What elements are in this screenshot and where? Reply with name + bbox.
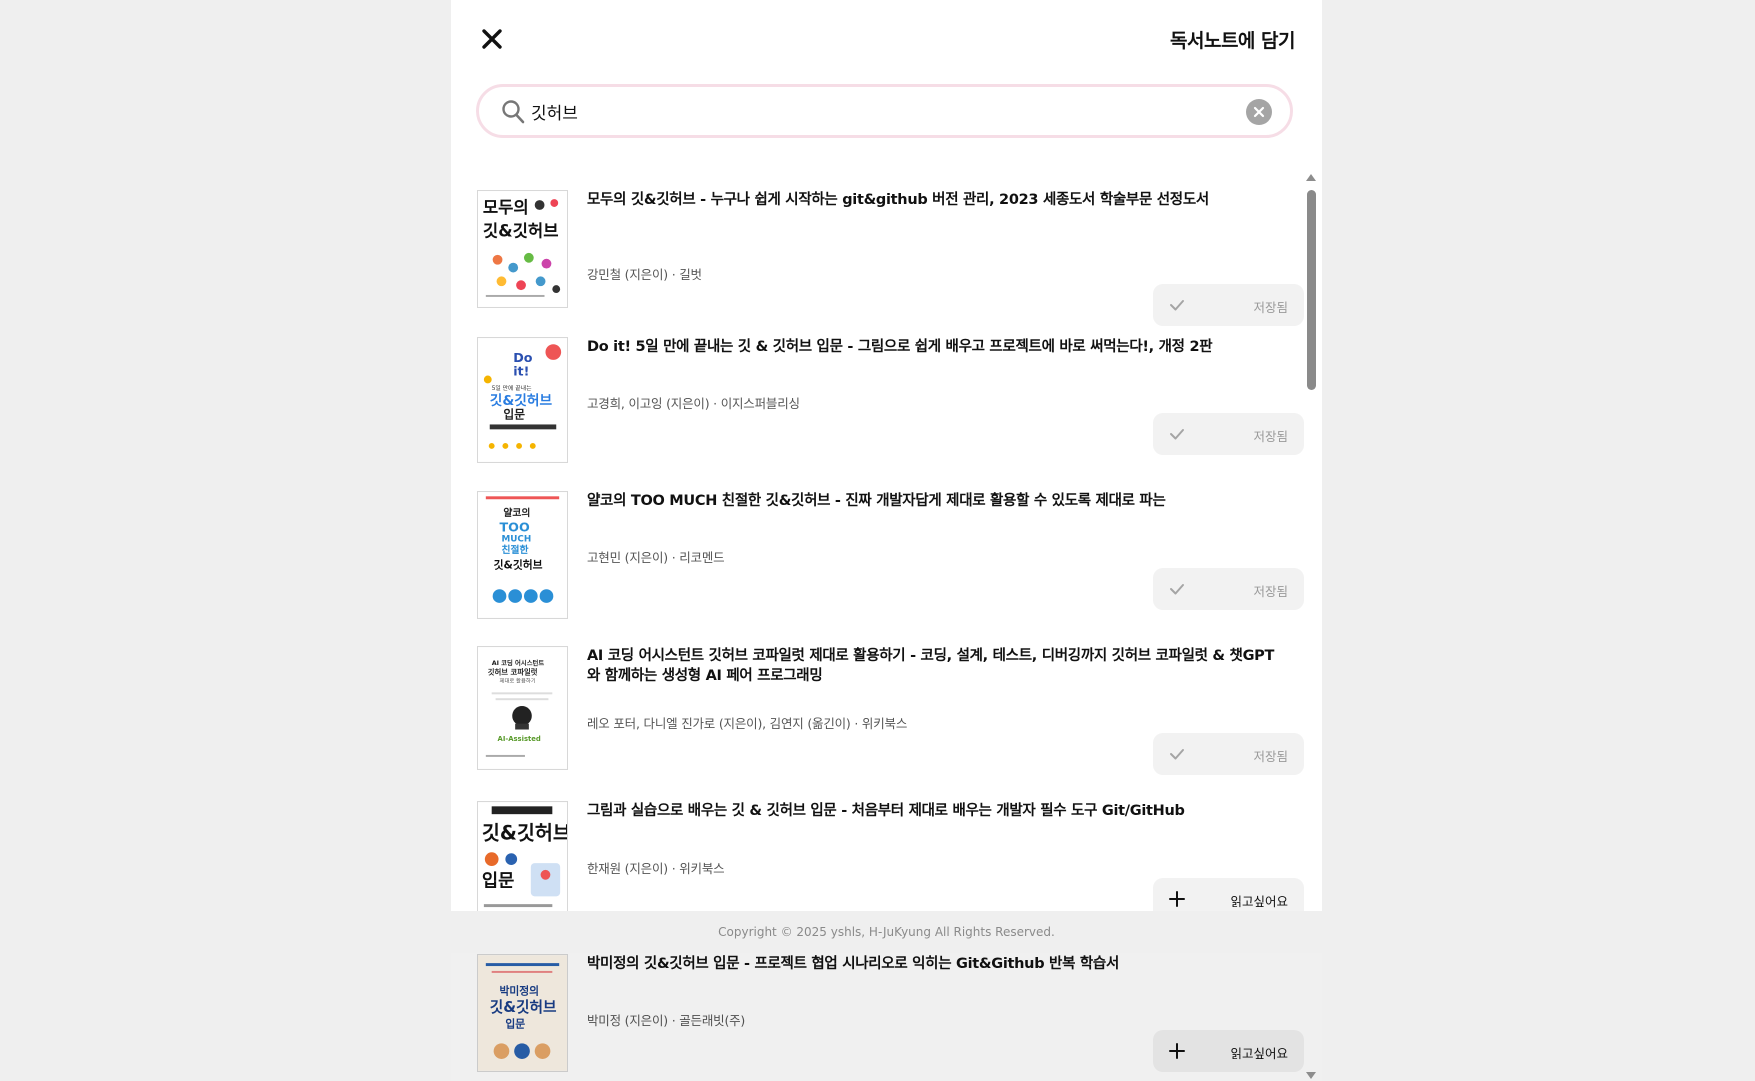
- svg-text:입문: 입문: [482, 871, 514, 892]
- close-button[interactable]: [477, 24, 507, 54]
- svg-text:깃&깃허브: 깃&깃허브: [482, 822, 567, 845]
- book-cover: 박미정의 깃&깃허브 입문: [477, 954, 568, 1072]
- plus-icon: [1169, 891, 1185, 907]
- saved-button[interactable]: 저장됨: [1153, 284, 1304, 326]
- book-meta: 한재원 (지은이) · 위키북스: [587, 861, 725, 876]
- book-title[interactable]: 그림과 실습으로 배우는 깃 & 깃허브 입문 - 처음부터 제대로 배우는 개…: [587, 801, 1277, 821]
- book-cover-art: AI 코딩 어시스턴트 깃허브 코파일럿 제대로 활용하기 AI-Assiste…: [478, 647, 567, 769]
- scroll-down-arrow-icon[interactable]: [1306, 1072, 1316, 1079]
- book-meta: 고경희, 이고잉 (지은이) · 이지스퍼블리싱: [587, 396, 800, 411]
- scroll-up-arrow-icon[interactable]: [1306, 174, 1316, 181]
- action-label: 읽고싶어요: [1230, 1046, 1288, 1061]
- action-label: 읽고싶어요: [1230, 894, 1288, 909]
- book-meta: 강민철 (지은이) · 길벗: [587, 267, 702, 282]
- footer-copyright: Copyright © 2025 yshls, H-JuKyung All Ri…: [451, 911, 1322, 953]
- book-cover: 얄코의 TOO MUCH 친절한 깃&깃허브: [477, 491, 568, 619]
- svg-text:깃&깃허브: 깃&깃허브: [483, 221, 559, 240]
- clear-search-button[interactable]: [1246, 99, 1272, 125]
- book-meta: 박미정 (지은이) · 골든래빗(주): [587, 1013, 746, 1028]
- book-title[interactable]: AI 코딩 어시스턴트 깃허브 코파일럿 제대로 활용하기 - 코딩, 설계, …: [587, 646, 1277, 686]
- svg-text:제대로 활용하기: 제대로 활용하기: [500, 677, 536, 685]
- search-icon: [502, 100, 525, 124]
- results-scrollbar[interactable]: [1303, 170, 1319, 1081]
- book-title[interactable]: 모두의 깃&깃허브 - 누구나 쉽게 시작하는 git&github 버전 관리…: [587, 190, 1277, 210]
- svg-text:TOO: TOO: [500, 520, 530, 535]
- svg-text:AI 코딩 어시스턴트: AI 코딩 어시스턴트: [492, 658, 545, 667]
- svg-text:깃&깃허브: 깃&깃허브: [490, 392, 553, 409]
- search-input[interactable]: [531, 95, 1191, 127]
- book-cover: AI 코딩 어시스턴트 깃허브 코파일럿 제대로 활용하기 AI-Assiste…: [477, 646, 568, 770]
- check-icon: [1170, 429, 1184, 440]
- search-bar: [476, 84, 1293, 138]
- action-label: 저장됨: [1253, 749, 1288, 764]
- svg-text:모두의: 모두의: [483, 198, 529, 217]
- action-label: 저장됨: [1253, 300, 1288, 315]
- saved-button[interactable]: 저장됨: [1153, 568, 1304, 610]
- svg-text:입문: 입문: [503, 408, 525, 422]
- book-cover-art: 얄코의 TOO MUCH 친절한 깃&깃허브: [478, 492, 567, 618]
- book-title[interactable]: 박미정의 깃&깃허브 입문 - 프로젝트 협업 시나리오로 익히는 Git&Gi…: [587, 954, 1277, 974]
- book-cover-art: 모두의 깃&깃허브: [478, 191, 567, 307]
- page-title: 독서노트에 담기: [1170, 30, 1295, 52]
- svg-text:박미정의: 박미정의: [500, 984, 540, 997]
- book-meta: 레오 포터, 다니엘 진가로 (지은이), 김연지 (옮긴이) · 위키북스: [587, 716, 908, 731]
- check-icon: [1170, 300, 1184, 311]
- svg-text:친절한: 친절한: [501, 543, 528, 556]
- svg-text:깃&깃허브: 깃&깃허브: [490, 999, 557, 1016]
- book-cover-art: Do it! 5일 만에 끝내는 깃&깃허브 입문: [478, 338, 567, 462]
- book-title[interactable]: Do it! 5일 만에 끝내는 깃 & 깃허브 입문 - 그림으로 쉽게 배우…: [587, 337, 1277, 357]
- book-title[interactable]: 얄코의 TOO MUCH 친절한 깃&깃허브 - 진짜 개발자답게 제대로 활용…: [587, 491, 1277, 511]
- svg-text:얄코의: 얄코의: [503, 506, 530, 519]
- svg-text:입문: 입문: [505, 1018, 525, 1031]
- svg-text:it!: it!: [513, 364, 529, 379]
- svg-text:5일 만에 끝내는: 5일 만에 끝내는: [492, 384, 532, 392]
- plus-icon: [1169, 1043, 1185, 1059]
- action-label: 저장됨: [1253, 584, 1288, 599]
- svg-text:깃&깃허브: 깃&깃허브: [494, 559, 543, 572]
- close-icon: [482, 29, 502, 49]
- book-cover-art: 박미정의 깃&깃허브 입문: [478, 955, 567, 1071]
- saved-button[interactable]: 저장됨: [1153, 413, 1304, 455]
- clear-icon: [1253, 106, 1265, 118]
- svg-text:깃허브 코파일럿: 깃허브 코파일럿: [488, 668, 538, 677]
- svg-text:MUCH: MUCH: [501, 534, 531, 544]
- check-icon: [1170, 584, 1184, 595]
- saved-button[interactable]: 저장됨: [1153, 733, 1304, 775]
- action-label: 저장됨: [1253, 429, 1288, 444]
- book-meta: 고현민 (지은이) · 리코멘드: [587, 550, 725, 565]
- scroll-thumb[interactable]: [1307, 190, 1316, 390]
- book-cover: 모두의 깃&깃허브: [477, 190, 568, 308]
- reading-note-modal: 독서노트에 담기 모두의 깃&깃허브: [451, 0, 1322, 1081]
- svg-text:AI-Assisted: AI-Assisted: [498, 735, 541, 743]
- want-to-read-button[interactable]: 읽고싶어요: [1153, 1030, 1304, 1072]
- book-cover: Do it! 5일 만에 끝내는 깃&깃허브 입문: [477, 337, 568, 463]
- check-icon: [1170, 749, 1184, 760]
